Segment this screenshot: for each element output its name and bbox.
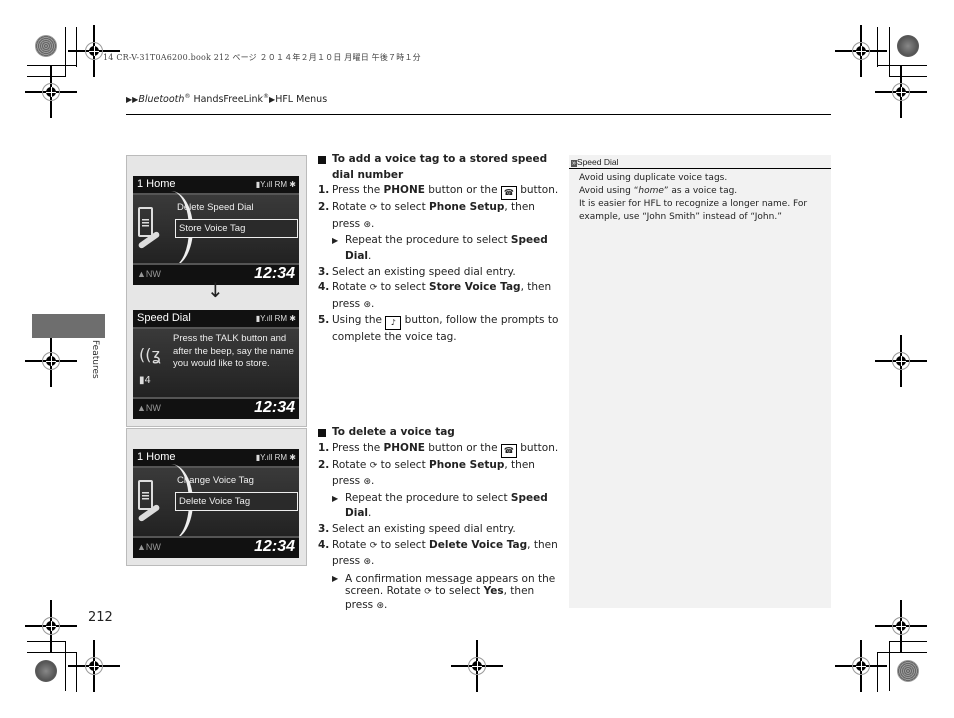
registration-mark-icon	[875, 66, 927, 118]
registration-disc-icon	[35, 660, 57, 682]
section-heading: To add a voice tag to a stored speed dia…	[318, 152, 560, 183]
registration-mark-icon	[875, 335, 927, 387]
crop-mark	[76, 27, 77, 67]
sub-step: ▶ Repeat the procedure to select Speed Di…	[332, 491, 548, 520]
registration-mark-icon	[25, 66, 77, 118]
crop-mark	[27, 76, 65, 77]
screen-title: 1 Home	[137, 451, 176, 463]
phone-icon	[138, 480, 153, 510]
screen-title: 1 Home	[137, 178, 176, 190]
press-knob-icon: ⊛	[363, 477, 372, 488]
step-3: 3. Select an existing speed dial entry.	[318, 265, 516, 278]
step-4: 4. Rotate ⟳ to select Store Voice Tag, th…	[318, 281, 552, 310]
registration-mark-icon	[835, 640, 887, 692]
step-2: 2. Rotate ⟳ to select Phone Setup, then p…	[318, 201, 535, 230]
instructions-delete-voice-tag: To delete a voice tag 1. Press the PHONE …	[318, 425, 560, 612]
registration-mark-icon	[25, 600, 77, 652]
crop-mark	[877, 27, 878, 67]
step-3: 3. Select an existing speed dial entry.	[318, 522, 516, 535]
menu-item-change-voice-tag[interactable]: Change Voice Tag	[177, 475, 254, 486]
phone-icon	[138, 207, 153, 237]
page-number: 212	[88, 610, 113, 625]
breadcrumb: ▶▶Bluetooth® HandsFreeLink®▶HFL Menus	[126, 93, 328, 106]
registration-disc-icon	[35, 35, 57, 57]
breadcrumb-bluetooth[interactable]: Bluetooth	[138, 94, 184, 105]
speed-dial-slot: ▮4	[139, 375, 151, 386]
display-screen-speed-dial: Speed Dial ▮Y.ıll RM ✱ ((ʓ ▮4 Press the T…	[133, 310, 299, 419]
screenshot-panel-add: 1 Home ▮Y.ıll RM ✱ Delete Speed Dial Stor…	[126, 155, 307, 427]
section-heading: To delete a voice tag	[318, 425, 560, 441]
voice-command-icon: ((ʓ	[139, 345, 161, 364]
rotate-knob-icon: ⟳	[424, 587, 432, 598]
press-knob-icon: ⊛	[376, 600, 385, 611]
crop-mark	[889, 641, 927, 642]
breadcrumb-hfl-menus[interactable]: HFL Menus	[275, 94, 327, 105]
crop-mark	[877, 652, 878, 692]
crop-mark	[877, 652, 927, 653]
clock: 12:34	[254, 399, 295, 416]
display-screen-delete: 1 Home ▮Y.ıll RM ✱ Change Voice Tag Delet…	[133, 449, 299, 558]
menu-item-store-voice-tag[interactable]: Store Voice Tag	[175, 219, 298, 238]
crop-mark	[27, 652, 77, 653]
screen-message: Press the TALK button and after the beep…	[173, 333, 294, 369]
breadcrumb-arrows-icon: ▶▶	[126, 95, 139, 105]
compass-heading: ▲NW	[137, 542, 161, 552]
menu-item-delete-voice-tag[interactable]: Delete Voice Tag	[175, 492, 298, 511]
phone-button-icon: ☎	[500, 186, 517, 201]
registration-mark-icon	[875, 600, 927, 652]
instructions-add-voice-tag: To add a voice tag to a stored speed dia…	[318, 152, 560, 346]
registration-mark-icon	[68, 640, 120, 692]
section-tab[interactable]	[32, 314, 105, 338]
status-icons: ▮Y.ıll RM ✱	[255, 314, 296, 323]
registration-disc-icon	[897, 35, 919, 57]
step-5: 5. Using the ♪ button, follow the prompts…	[318, 314, 559, 344]
compass-heading: ▲NW	[137, 403, 161, 413]
note-line: Avoid using duplicate voice tags.	[579, 173, 728, 183]
print-meta-header: 14 CR-V-31T0A6200.book 212 ページ ２０１４年２月１０…	[103, 53, 421, 62]
crop-mark	[76, 652, 77, 692]
step-4: 4. Rotate ⟳ to select Delete Voice Tag, t…	[318, 538, 558, 568]
down-arrow-icon: ↓	[207, 278, 224, 302]
crop-mark	[65, 641, 66, 691]
status-icons: ▮Y.ıll RM ✱	[255, 180, 296, 189]
compass-heading: ▲NW	[137, 269, 161, 279]
registration-mark-icon	[68, 25, 120, 77]
crop-mark	[27, 65, 77, 66]
note-line: It is easier for HFL to recognize a long…	[579, 199, 808, 222]
registration-mark-icon	[835, 25, 887, 77]
sub-step: ▶ Repeat the procedure to select Speed Di…	[332, 234, 548, 262]
step-1: 1. Press the PHONE button or the ☎ button…	[318, 183, 560, 201]
crop-mark	[27, 641, 65, 642]
registration-disc-icon	[897, 660, 919, 682]
breadcrumb-handsfreelink[interactable]: HandsFreeLink	[190, 94, 263, 105]
display-screen-store: 1 Home ▮Y.ıll RM ✱ Delete Speed Dial Stor…	[133, 176, 299, 285]
talk-button-icon: ♪	[385, 316, 402, 331]
crop-mark	[889, 641, 890, 691]
crop-mark	[877, 65, 927, 66]
sub-step: ▶ A confirmation message appears on the s…	[332, 572, 556, 611]
crop-mark	[889, 76, 927, 77]
press-knob-icon: ⊛	[363, 219, 372, 230]
section-tab-label: Features	[90, 340, 100, 379]
step-2: 2. Rotate ⟳ to select Phone Setup, then p…	[318, 458, 535, 488]
registration-mark-icon	[451, 640, 503, 692]
note-line: Avoid using “home” as a voice tag.	[579, 186, 738, 196]
note-heading: »Speed Dial	[569, 155, 831, 169]
step-1: 1. Press the PHONE button or the ☎ button…	[318, 441, 560, 458]
header-divider	[126, 114, 831, 115]
screenshot-panel-delete: 1 Home ▮Y.ıll RM ✱ Change Voice Tag Delet…	[126, 428, 307, 566]
side-note: »Speed Dial Avoid using duplicate voice …	[569, 155, 831, 608]
registration-mark-icon	[25, 335, 77, 387]
phone-button-icon: ☎	[500, 443, 517, 458]
clock: 12:34	[254, 265, 295, 282]
press-knob-icon: ⊛	[363, 557, 372, 568]
screen-title: Speed Dial	[137, 312, 191, 324]
clock: 12:34	[254, 538, 295, 555]
menu-item-delete-speed-dial[interactable]: Delete Speed Dial	[177, 202, 254, 213]
status-icons: ▮Y.ıll RM ✱	[255, 453, 296, 462]
crop-mark	[889, 27, 890, 77]
crop-mark	[65, 27, 66, 77]
press-knob-icon: ⊛	[363, 299, 372, 310]
